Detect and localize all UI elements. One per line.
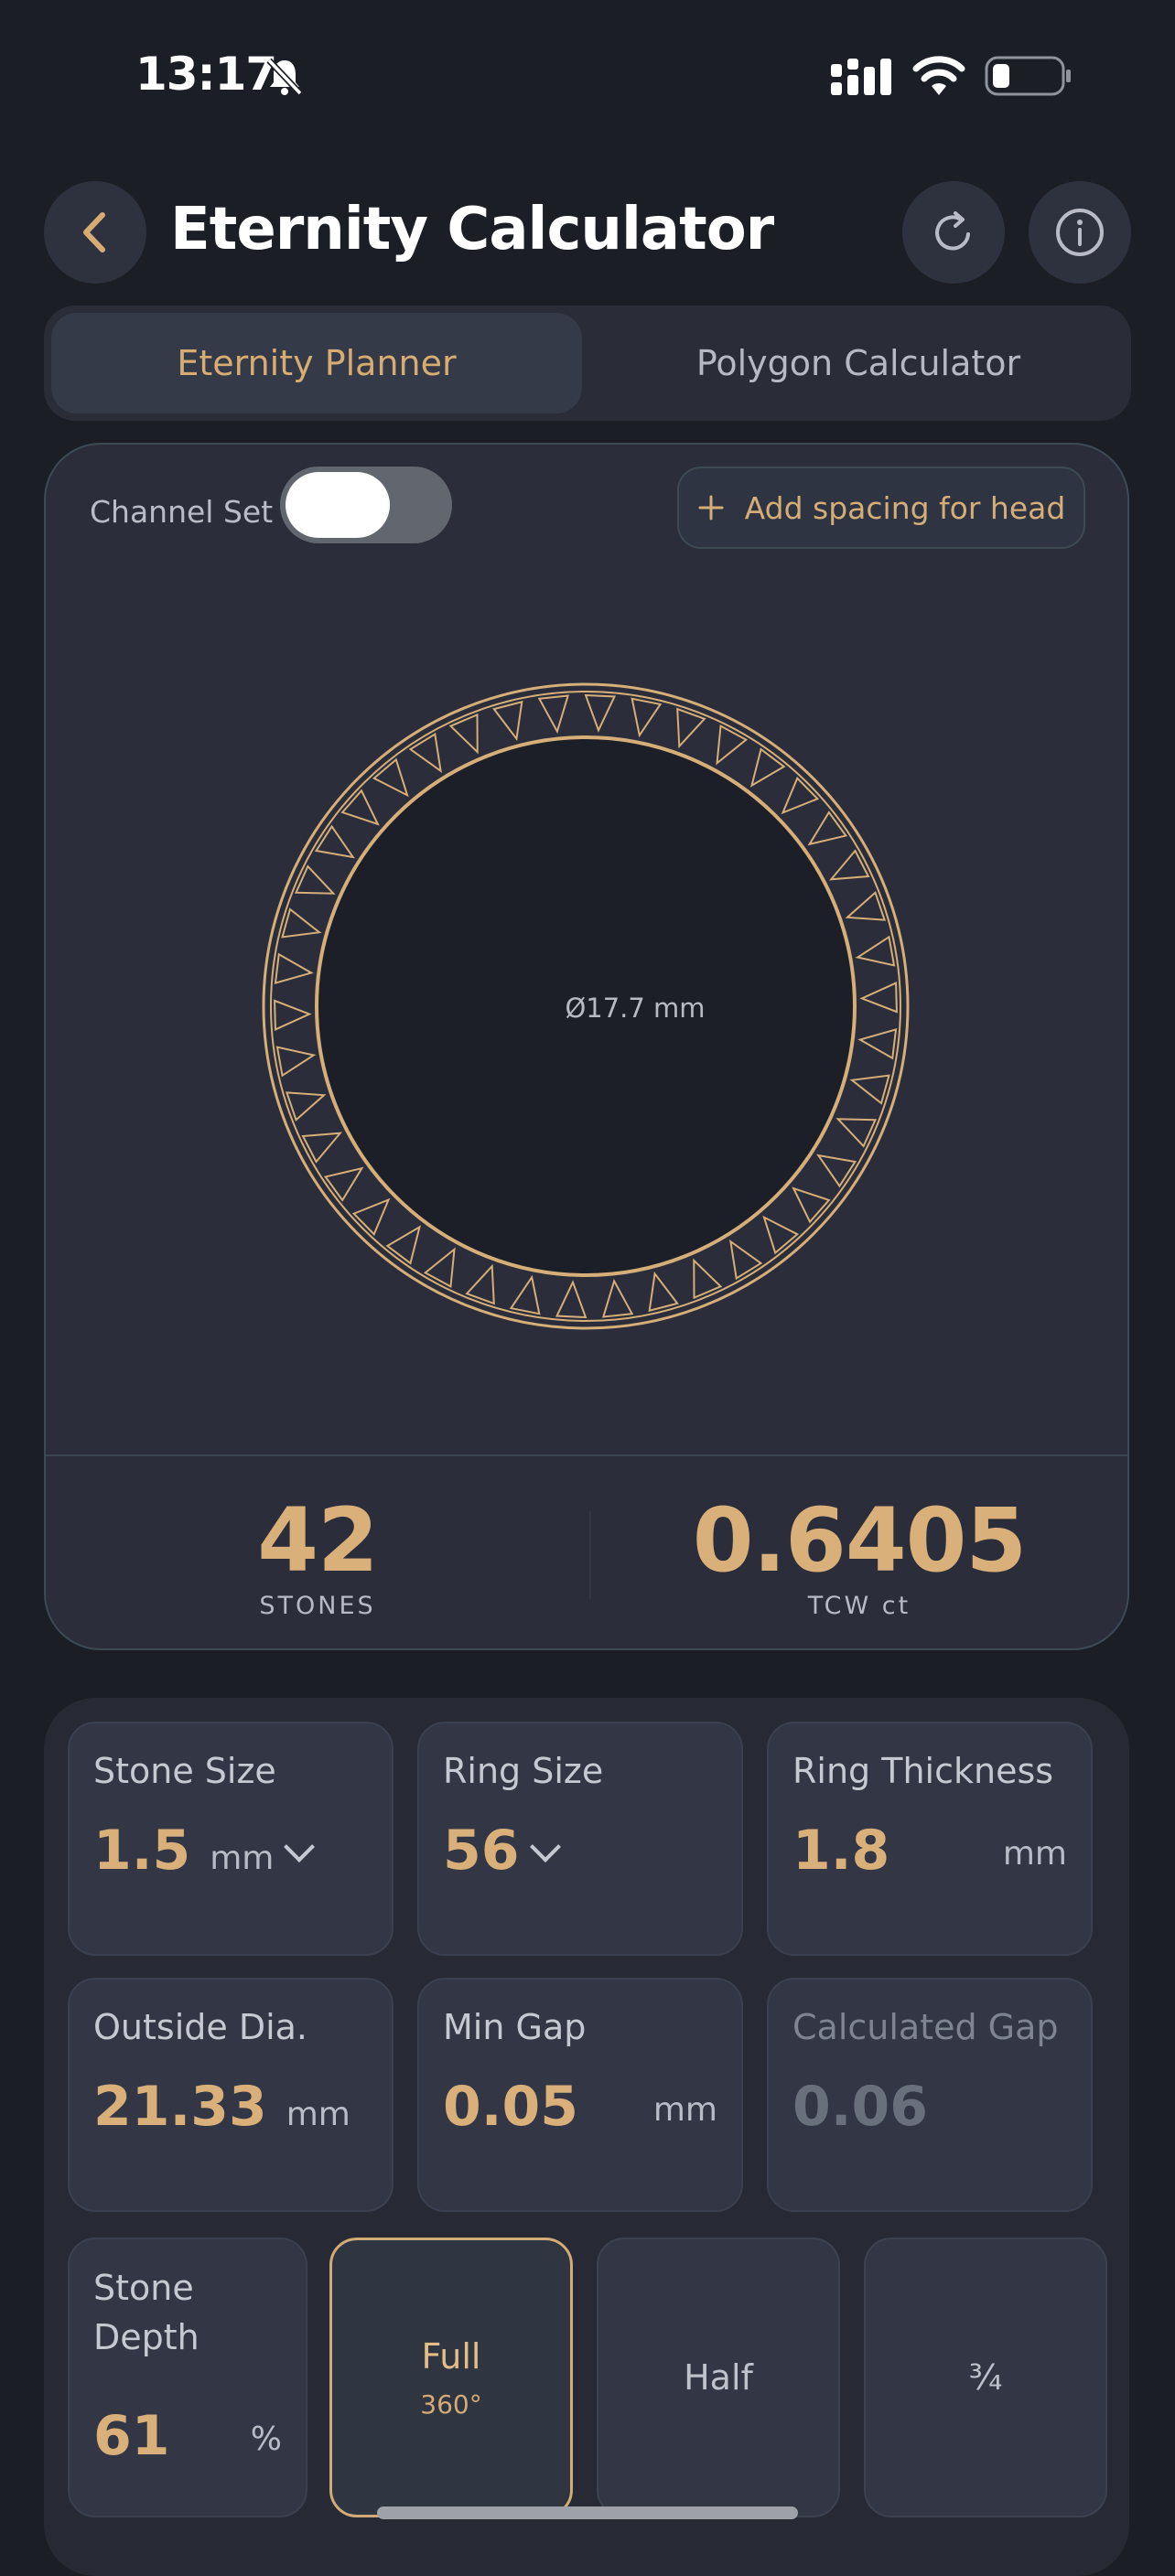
status-time: 13:17 <box>135 48 277 101</box>
outside-dia-field[interactable]: Outside Dia. 21.33 mm <box>68 1978 393 2212</box>
outside-dia-number: 21.33 <box>93 2075 267 2139</box>
coverage-full-label: Full <box>421 2335 481 2377</box>
channel-set-toggle[interactable] <box>280 467 452 543</box>
stone-depth-label-line2: Depth <box>93 2317 199 2357</box>
ring-thickness-label: Ring Thickness <box>792 1751 1054 1791</box>
bell-slash-icon <box>266 58 303 96</box>
reset-button[interactable] <box>902 181 1005 284</box>
stone-depth-label-line1: Stone <box>93 2268 194 2308</box>
home-indicator[interactable] <box>377 2506 798 2519</box>
stone-depth-field[interactable]: Stone Depth 61 % <box>68 2238 307 2517</box>
coverage-full-sub: 360° <box>420 2388 482 2420</box>
coverage-three-quarter-label: ¾ <box>968 2357 1003 2398</box>
calculated-gap-label: Calculated Gap <box>792 2007 1059 2047</box>
stone-size-label: Stone Size <box>93 1751 276 1791</box>
mode-tabs: Eternity Planner Polygon Calculator <box>44 306 1131 421</box>
stone-size-number: 1.5 <box>93 1819 191 1883</box>
results-divider <box>46 1454 1127 1456</box>
chevron-left-icon <box>83 212 105 252</box>
add-spacing-label: Add spacing for head <box>744 489 1066 526</box>
coverage-half-button[interactable]: Half <box>597 2238 840 2517</box>
add-spacing-button[interactable]: Add spacing for head <box>677 467 1085 549</box>
page-title: Eternity Calculator <box>170 196 774 263</box>
stones-stat: 42 STONES <box>46 1489 589 1620</box>
stones-value: 42 <box>257 1489 379 1592</box>
stones-label: STONES <box>259 1592 376 1620</box>
info-button[interactable] <box>1029 181 1131 284</box>
stone-size-value[interactable]: 1.5 mm <box>93 1819 316 1883</box>
stone-size-field[interactable]: Stone Size 1.5 mm <box>68 1722 393 1956</box>
ring-thickness-field[interactable]: Ring Thickness 1.8 mm <box>767 1722 1093 1956</box>
ring-size-field[interactable]: Ring Size 56 <box>417 1722 743 1956</box>
stone-depth-label: Stone Depth <box>93 2263 199 2362</box>
tab-polygon-calculator[interactable]: Polygon Calculator <box>593 313 1124 413</box>
chevron-down-icon <box>529 1831 561 1862</box>
min-gap-unit: mm <box>652 2091 717 2129</box>
tcw-label: TCW ct <box>807 1592 911 1620</box>
min-gap-label: Min Gap <box>443 2007 587 2047</box>
outside-dia-label: Outside Dia. <box>93 2007 308 2047</box>
stone-size-unit: mm <box>210 1840 275 1877</box>
refresh-icon <box>935 211 970 251</box>
ring-size-value[interactable]: 56 <box>443 1819 561 1883</box>
stone-depth-unit: % <box>250 2420 282 2458</box>
stone-depth-value[interactable]: 61 <box>93 2404 170 2468</box>
channel-set-label: Channel Set <box>90 494 274 530</box>
ring-thickness-unit: mm <box>1002 1835 1067 1873</box>
tcw-stat: 0.6405 TCW ct <box>591 1489 1127 1620</box>
ring-size-number: 56 <box>443 1819 520 1883</box>
min-gap-field[interactable]: Min Gap 0.05 mm <box>417 1978 743 2212</box>
coverage-full-button[interactable]: Full 360° <box>329 2238 573 2517</box>
min-gap-value[interactable]: 0.05 <box>443 2075 578 2139</box>
ring-thickness-value[interactable]: 1.8 <box>792 1819 889 1883</box>
toggle-knob <box>286 472 390 538</box>
back-button[interactable] <box>44 181 146 284</box>
tcw-value: 0.6405 <box>692 1489 1027 1592</box>
tab-eternity-planner[interactable]: Eternity Planner <box>51 313 582 413</box>
chevron-down-icon <box>284 1831 316 1862</box>
coverage-three-quarter-button[interactable]: ¾ <box>864 2238 1107 2517</box>
outside-dia-unit: mm <box>286 2096 350 2133</box>
outside-dia-value[interactable]: 21.33 mm <box>93 2075 350 2139</box>
wifi-icon <box>912 56 965 95</box>
signal-icon <box>831 59 891 95</box>
plus-icon <box>698 495 724 521</box>
calculated-gap-field: Calculated Gap 0.06 <box>767 1978 1093 2212</box>
info-icon <box>1056 209 1104 256</box>
battery-icon <box>985 56 1071 96</box>
ring-size-label: Ring Size <box>443 1751 604 1791</box>
ring-diagram: Ø17.7 mm <box>262 682 910 1330</box>
calculated-gap-value: 0.06 <box>792 2075 929 2139</box>
coverage-half-label: Half <box>684 2357 753 2398</box>
inner-diameter-label: Ø17.7 mm <box>565 993 705 1024</box>
